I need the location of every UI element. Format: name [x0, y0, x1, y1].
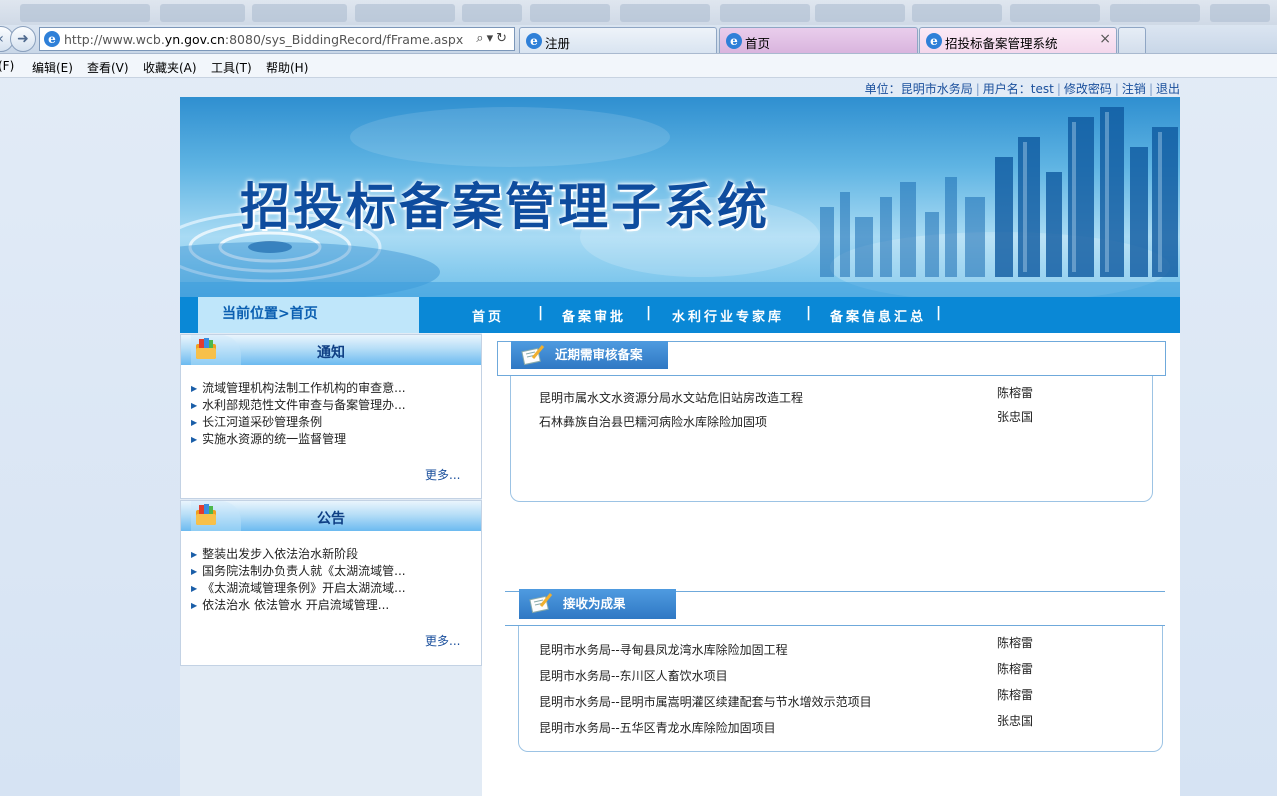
notice-list: ▶ 流域管理机构法制工作机构的审查意... ▶ 水利部规范性文件审查与备案管理办..…: [191, 380, 406, 448]
list-item[interactable]: ▶ 长江河道采砂管理条例: [191, 414, 406, 431]
nav-record-summary[interactable]: 备案信息汇总: [830, 306, 926, 325]
user-info-bar: 单位：昆明市水务局 | 用户名：test | 修改密码 | 注销 | 退出: [864, 82, 1180, 96]
tab-register[interactable]: e 注册: [519, 27, 717, 53]
list-item[interactable]: ▶ 实施水资源的统一监督管理: [191, 431, 406, 448]
address-bar[interactable]: e http://www.wcb.yn.gov.cn:8080/sys_Bidd…: [39, 27, 515, 51]
nav-approval[interactable]: 备案审批: [562, 306, 626, 325]
change-password-link[interactable]: 修改密码: [1064, 82, 1112, 96]
menu-bar: (F) 编辑(E) 查看(V) 收藏夹(A) 工具(T) 帮助(H): [0, 54, 1277, 78]
background-tab[interactable]: [912, 4, 1002, 22]
logout-link[interactable]: 注销: [1122, 82, 1146, 96]
menu-help[interactable]: 帮助(H): [266, 59, 308, 76]
list-item[interactable]: ▶ 国务院法制办负责人就《太湖流域管...: [191, 563, 406, 580]
panel-title: 公告: [317, 511, 345, 527]
ie-icon: e: [726, 33, 742, 49]
results-project[interactable]: 昆明市水务局--东川区人畜饮水项目: [539, 667, 728, 684]
exit-link[interactable]: 退出: [1156, 82, 1180, 96]
chevron-down-icon[interactable]: ▾: [487, 31, 497, 46]
menu-edit[interactable]: 编辑(E): [32, 59, 73, 76]
menu-file[interactable]: (F): [0, 59, 14, 73]
results-person: 张忠国: [997, 714, 1034, 728]
document-pen-icon: [529, 593, 553, 614]
pending-person: 陈榕雷: [997, 386, 1034, 400]
forward-arrow-icon[interactable]: ➜: [10, 26, 36, 52]
background-tab[interactable]: [1110, 4, 1200, 22]
more-link[interactable]: 更多...: [425, 466, 460, 483]
tab-home[interactable]: e 首页: [719, 27, 918, 53]
results-section-title: 接收为成果: [519, 589, 676, 619]
main-nav: 当前位置>首页 首页 | 备案审批 | 水利行业专家库 | 备案信息汇总 |: [180, 297, 1180, 333]
tab-label: 注册: [545, 36, 571, 51]
ie-icon: e: [44, 31, 60, 47]
results-person: 陈榕雷: [997, 636, 1034, 650]
tab-label: 首页: [745, 36, 771, 51]
background-tab[interactable]: [160, 4, 245, 22]
panel-title: 通知: [317, 345, 345, 361]
results-person: 陈榕雷: [997, 662, 1034, 676]
browser-tab-strip: [0, 0, 1277, 26]
list-item[interactable]: ▶ 依法治水 依法管水 开启流域管理...: [191, 597, 406, 614]
refresh-icon[interactable]: ↻: [496, 31, 510, 46]
panel-header: 公告: [181, 501, 481, 531]
nav-expert-library[interactable]: 水利行业专家库: [672, 306, 784, 325]
ie-icon: e: [926, 33, 942, 49]
ie-icon: e: [526, 33, 542, 49]
document-pen-icon: [521, 345, 545, 366]
results-project[interactable]: 昆明市水务局--五华区青龙水库除险加固项目: [539, 719, 776, 736]
pending-person: 张忠国: [997, 410, 1034, 424]
results-project[interactable]: 昆明市水务局--昆明市属嵩明灌区续建配套与节水增效示范项目: [539, 693, 872, 710]
tab-bidding-system[interactable]: e 招投标备案管理系统 ×: [919, 27, 1117, 53]
list-item[interactable]: ▶ 整装出发步入依法治水新阶段: [191, 546, 406, 563]
address-row: ‹ ➜ e http://www.wcb.yn.gov.cn:8080/sys_…: [0, 25, 1277, 54]
menu-view[interactable]: 查看(V): [87, 59, 129, 76]
more-link[interactable]: 更多...: [425, 632, 460, 649]
background-tab[interactable]: [252, 4, 347, 22]
background-tab[interactable]: [815, 4, 905, 22]
pending-section-title: 近期需审核备案: [511, 341, 668, 369]
nav-home[interactable]: 首页: [472, 306, 504, 325]
list-item[interactable]: ▶ 水利部规范性文件审查与备案管理办...: [191, 397, 406, 414]
unit-value: 昆明市水务局: [900, 82, 973, 96]
background-tab[interactable]: [20, 4, 150, 22]
menu-favorites[interactable]: 收藏夹(A): [143, 59, 197, 76]
breadcrumb: 当前位置>首页: [198, 297, 419, 333]
background-tab[interactable]: [530, 4, 610, 22]
notice-panel: 通知 ▶ 流域管理机构法制工作机构的审查意... ▶ 水利部规范性文件审查与备案管理…: [180, 334, 482, 499]
results-project[interactable]: 昆明市水务局--寻甸县凤龙湾水库除险加固工程: [539, 641, 788, 658]
new-tab-button[interactable]: [1118, 27, 1146, 53]
close-icon[interactable]: ×: [1099, 31, 1111, 47]
background-tab[interactable]: [462, 4, 522, 22]
background-tab[interactable]: [1210, 4, 1270, 22]
announcement-panel: 公告 ▶ 整装出发步入依法治水新阶段 ▶ 国务院法制办负责人就《太湖流域管... ▶…: [180, 500, 482, 666]
banner-title: 招投标备案管理子系统: [240, 178, 770, 236]
pending-project[interactable]: 昆明市属水文水资源分局水文站危旧站房改造工程: [539, 389, 803, 406]
system-banner: 招投标备案管理子系统: [180, 97, 1180, 297]
announcement-list: ▶ 整装出发步入依法治水新阶段 ▶ 国务院法制办负责人就《太湖流域管... ▶ 《太湖…: [191, 546, 406, 614]
background-tab[interactable]: [1010, 4, 1100, 22]
unit-label: 单位：: [864, 82, 901, 96]
tab-label: 招投标备案管理系统: [945, 36, 1058, 51]
background-tab[interactable]: [355, 4, 455, 22]
pending-project[interactable]: 石林彝族自治县巴糯河病险水库除险加固项: [539, 413, 767, 430]
url-text[interactable]: http://www.wcb.yn.gov.cn:8080/sys_Biddin…: [64, 32, 463, 47]
panel-header: 通知: [181, 335, 481, 365]
list-item[interactable]: ▶ 《太湖流域管理条例》开启太湖流域...: [191, 580, 406, 597]
background-tab[interactable]: [720, 4, 810, 22]
list-item[interactable]: ▶ 流域管理机构法制工作机构的审查意...: [191, 380, 406, 397]
background-tab[interactable]: [620, 4, 710, 22]
menu-tools[interactable]: 工具(T): [211, 59, 252, 76]
search-icon[interactable]: ⌕: [476, 31, 486, 46]
username-label: 用户名：: [982, 82, 1031, 96]
results-person: 陈榕雷: [997, 688, 1034, 702]
username-value: test: [1030, 82, 1054, 96]
